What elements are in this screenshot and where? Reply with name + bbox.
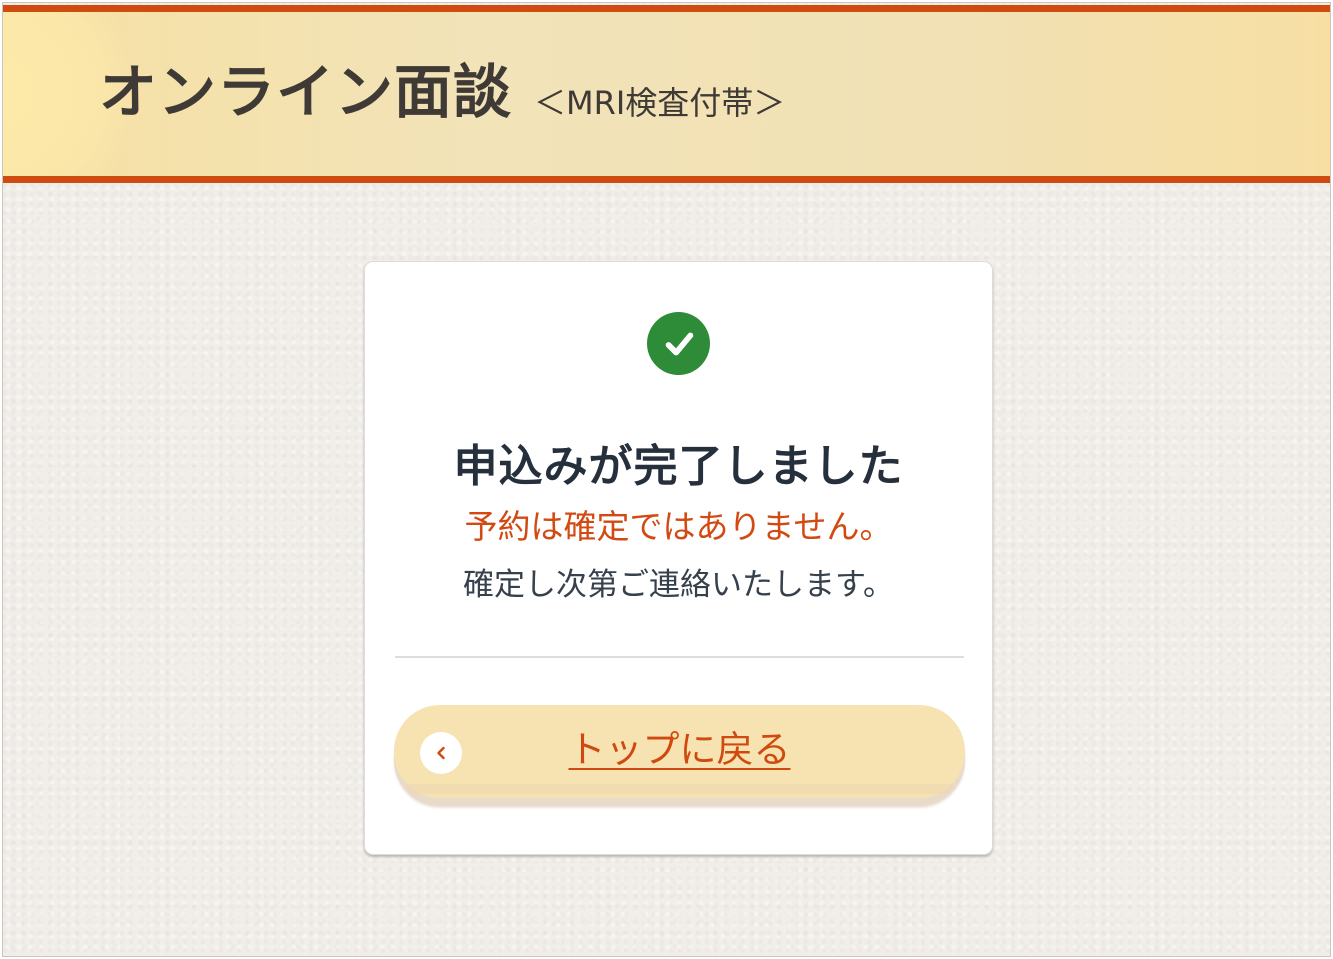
back-to-top-label: トップに戻る [568, 728, 791, 771]
confirmation-info: 確定し次第ご連絡いたします。 [463, 567, 894, 603]
header-title-group: オンライン面談 ＜MRI検査付帯＞ [99, 63, 785, 121]
page-header: オンライン面談 ＜MRI検査付帯＞ [3, 5, 1330, 183]
page-subtitle: ＜MRI検査付帯＞ [534, 84, 786, 122]
page-title: オンライン面談 [99, 58, 513, 126]
reservation-warning: 予約は確定ではありません。 [464, 507, 893, 546]
check-circle-icon [647, 312, 710, 375]
back-to-top-button[interactable]: トップに戻る [394, 705, 965, 798]
completion-card: 申込みが完了しました 予約は確定ではありません。 確定し次第ご連絡いたします。 … [364, 261, 993, 855]
divider [395, 656, 964, 658]
completion-title: 申込みが完了しました [453, 441, 904, 493]
page-frame: オンライン面談 ＜MRI検査付帯＞ 申込みが完了しました 予約は確定ではありませ… [2, 2, 1331, 957]
